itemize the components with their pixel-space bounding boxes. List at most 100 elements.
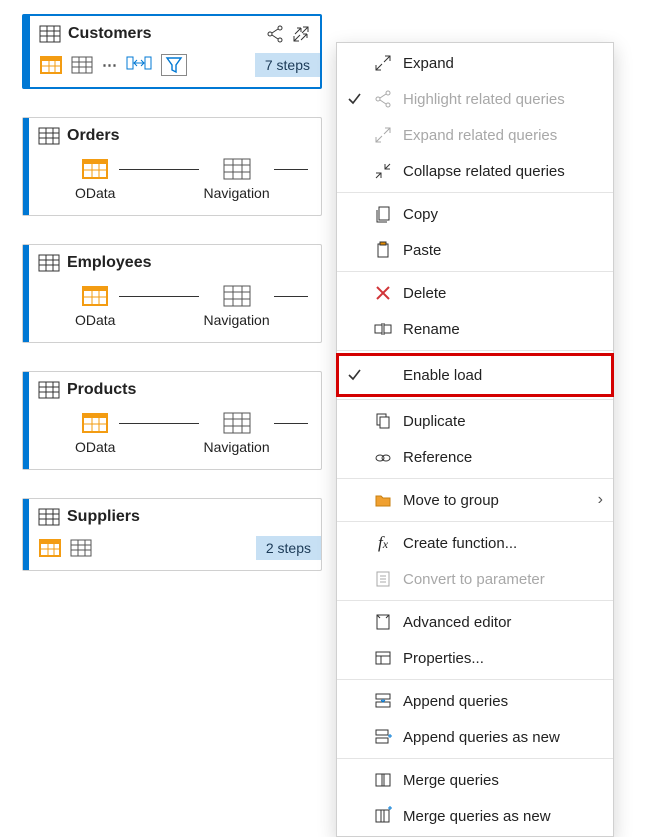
menu-item-convert-to-parameter: Convert to parameter: [337, 561, 613, 597]
steps-badge[interactable]: 7 steps: [255, 53, 320, 77]
filter-icon[interactable]: [161, 54, 187, 76]
connector: [119, 296, 199, 297]
copy-icon: [373, 205, 393, 223]
query-name: Employees: [67, 254, 311, 272]
share-icon: [373, 90, 393, 108]
menu-item-create-function[interactable]: fxCreate function...: [337, 525, 613, 561]
step-label: OData: [75, 185, 115, 201]
connector: [274, 296, 308, 297]
menu-item-properties[interactable]: Properties...: [337, 640, 613, 676]
append-new-icon: [373, 728, 393, 746]
menu-item-merge-queries-as-new[interactable]: Merge queries as new: [337, 798, 613, 834]
menu-item-label: Merge queries as new: [403, 808, 603, 825]
card-toolbar: 2 steps: [23, 530, 321, 570]
menu-item-duplicate[interactable]: Duplicate: [337, 403, 613, 439]
table-icon: [40, 26, 60, 42]
share-icon[interactable]: [266, 25, 284, 43]
collapse-icon: [373, 162, 393, 180]
step-node-navigation[interactable]: Navigation: [203, 286, 269, 328]
menu-item-expand-related-queries: Expand related queries: [337, 117, 613, 153]
query-card-suppliers[interactable]: Suppliers 2 steps: [22, 498, 322, 571]
step-node-navigation[interactable]: Navigation: [203, 159, 269, 201]
menu-item-append-queries[interactable]: Append queries: [337, 683, 613, 719]
menu-item-label: Append queries: [403, 693, 603, 710]
menu-item-highlight-related-queries: Highlight related queries: [337, 81, 613, 117]
fx-icon: fx: [373, 533, 393, 553]
menu-separator: [337, 600, 613, 601]
table-orange-icon[interactable]: [40, 56, 62, 74]
step-node-navigation[interactable]: Navigation: [203, 413, 269, 455]
table-outline-icon[interactable]: [71, 540, 91, 556]
step-label: OData: [75, 439, 115, 455]
menu-separator: [337, 758, 613, 759]
connector: [119, 169, 199, 170]
query-card-customers[interactable]: Customers ⋯ 7 steps: [22, 14, 322, 89]
step-label: Navigation: [203, 439, 269, 455]
menu-separator: [337, 521, 613, 522]
step-node-odata[interactable]: OData: [75, 286, 115, 328]
step-label: Navigation: [203, 185, 269, 201]
menu-item-label: Enable load: [403, 367, 603, 384]
card-body: OData Navigation: [23, 276, 321, 342]
step-node-odata[interactable]: OData: [75, 413, 115, 455]
connector: [119, 423, 199, 424]
menu-item-label: Append queries as new: [403, 729, 603, 746]
menu-item-delete[interactable]: Delete: [337, 275, 613, 311]
table-icon: [39, 509, 59, 525]
menu-item-copy[interactable]: Copy: [337, 196, 613, 232]
step-label: OData: [75, 312, 115, 328]
context-menu: Expand Highlight related queries Expand re…: [336, 42, 614, 837]
editor-icon: [373, 613, 393, 631]
menu-separator: [337, 679, 613, 680]
menu-item-enable-load[interactable]: Enable load: [337, 354, 613, 396]
menu-item-rename[interactable]: Rename: [337, 311, 613, 347]
step-label: Navigation: [203, 312, 269, 328]
duplicate-icon: [373, 412, 393, 430]
expand-icon[interactable]: [292, 25, 310, 43]
menu-separator: [337, 478, 613, 479]
chevron-right-icon: ›: [598, 491, 603, 509]
check-icon: [345, 92, 363, 106]
card-body: OData Navigation: [23, 403, 321, 469]
card-toolbar: ⋯ 7 steps: [24, 47, 320, 87]
card-accent: [23, 118, 29, 215]
steps-badge[interactable]: 2 steps: [256, 536, 321, 560]
menu-item-label: Paste: [403, 242, 603, 259]
menu-separator: [337, 192, 613, 193]
menu-item-label: Expand related queries: [403, 127, 603, 144]
properties-icon: [373, 649, 393, 667]
table-orange-icon[interactable]: [39, 539, 61, 557]
table-outline-icon[interactable]: [72, 57, 92, 73]
menu-item-label: Convert to parameter: [403, 571, 603, 588]
menu-item-label: Advanced editor: [403, 614, 603, 631]
merge-columns-icon[interactable]: [127, 55, 151, 75]
menu-separator: [337, 350, 613, 351]
append-icon: [373, 692, 393, 710]
query-card-orders[interactable]: Orders OData Navigation: [22, 117, 322, 216]
menu-item-advanced-editor[interactable]: Advanced editor: [337, 604, 613, 640]
menu-item-label: Highlight related queries: [403, 91, 603, 108]
menu-item-collapse-related-queries[interactable]: Collapse related queries: [337, 153, 613, 189]
menu-item-expand[interactable]: Expand: [337, 45, 613, 81]
delete-icon: [373, 284, 393, 302]
query-card-products[interactable]: Products OData Navigation: [22, 371, 322, 470]
menu-item-move-to-group[interactable]: Move to group ›: [337, 482, 613, 518]
menu-item-merge-queries[interactable]: Merge queries: [337, 762, 613, 798]
menu-item-paste[interactable]: Paste: [337, 232, 613, 268]
menu-item-label: Move to group: [403, 492, 588, 509]
menu-separator: [337, 399, 613, 400]
menu-item-label: Collapse related queries: [403, 163, 603, 180]
card-header: Customers: [24, 16, 320, 47]
menu-item-label: Delete: [403, 285, 603, 302]
card-accent: [24, 16, 30, 87]
query-name: Suppliers: [67, 508, 311, 526]
step-node-odata[interactable]: OData: [75, 159, 115, 201]
menu-item-append-queries-as-new[interactable]: Append queries as new: [337, 719, 613, 755]
more-icon[interactable]: ⋯: [102, 56, 117, 74]
connector: [274, 169, 308, 170]
query-card-employees[interactable]: Employees OData Navigation: [22, 244, 322, 343]
menu-item-reference[interactable]: Reference: [337, 439, 613, 475]
table-icon: [39, 128, 59, 144]
card-accent: [23, 499, 29, 570]
card-header: Orders: [23, 118, 321, 149]
